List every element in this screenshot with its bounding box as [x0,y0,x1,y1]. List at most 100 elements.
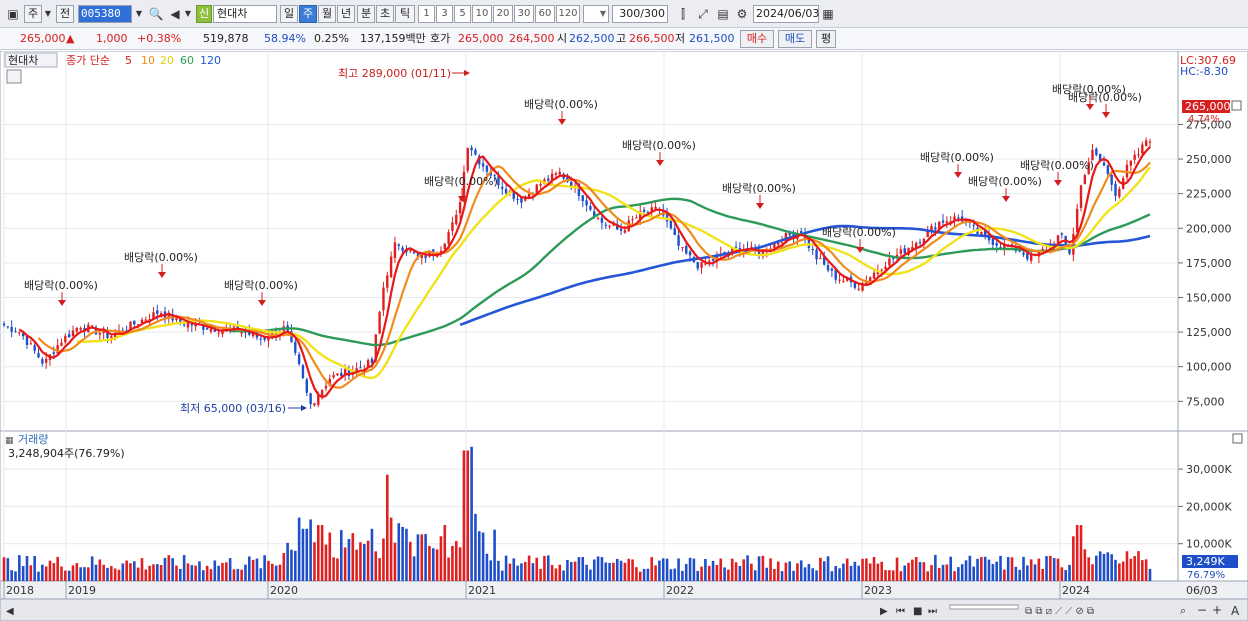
interval-day[interactable]: 일 [280,5,298,23]
volume-bar [807,564,811,581]
stop-icon[interactable]: ■ [913,606,922,617]
volume-bar [290,549,293,581]
candle-body [1075,208,1079,233]
scroll-left-icon[interactable]: ◀ [6,606,14,617]
candle-body [581,195,584,202]
panel-expand-icon[interactable] [1231,100,1242,111]
volume-bar [408,541,412,581]
minute-step-120[interactable]: 120 [556,5,580,23]
calculator-icon[interactable] [6,69,22,84]
dividend-label: 배당락(0.00%) [1020,159,1094,172]
volume-bar [569,562,573,581]
volume-bar [941,564,945,581]
code-dropdown-icon[interactable]: ▼ [132,5,146,23]
sell-button[interactable]: 매도 [778,30,812,48]
volume-bar [577,557,581,581]
open-label: 시 [557,32,568,45]
volume-bar [175,565,178,581]
minute-step-20[interactable]: 20 [493,5,513,23]
font-size-icon[interactable]: A [1231,604,1240,618]
prev-button[interactable]: 전 [56,5,74,23]
first-page-icon[interactable]: ⏮ [896,606,905,617]
gear-icon[interactable]: ⚙ [733,5,751,23]
volume-bar [845,558,849,581]
volume-bar [240,569,243,581]
scroll-right-icon[interactable]: ▶ [880,606,888,617]
speaker-icon[interactable]: ◀ [166,5,184,23]
volume-bar [562,570,565,581]
minute-step-1[interactable]: 1 [418,5,435,23]
stock-code-input[interactable]: 005380 [78,5,132,23]
minute-step-3[interactable]: 3 [436,5,453,23]
volume-bar [194,565,197,581]
stock-name-field[interactable]: 현대차 [213,5,277,23]
chart-area[interactable]: 배당락(0.00%) 배당락(0.00%) 배당락(0.00%) 배당락(0.00%)… [0,50,1248,621]
volume-bar [167,555,171,581]
volume-bar [286,542,289,581]
volume-bar [642,568,646,581]
volume-bar [347,538,351,581]
candle-icon[interactable]: ⫿ [674,5,692,23]
last-page-icon[interactable]: ⏭ [928,606,937,617]
volume-bar [152,564,155,581]
candle-body [52,352,56,354]
volume-bar [336,558,339,581]
chevron-down-icon[interactable]: ▼ [42,5,54,23]
save-icon[interactable]: ▤ [714,5,732,23]
eval-button[interactable]: 평 [816,30,836,48]
volume-bar [504,555,508,581]
volume-bar [263,555,266,581]
minute-step-30[interactable]: 30 [514,5,534,23]
volume-bar [512,558,516,581]
minute-step-5[interactable]: 5 [454,5,471,23]
count-field[interactable]: 300/300 [612,5,668,23]
date-field[interactable]: 2024/06/03 [753,5,819,23]
candle-body [1133,154,1136,160]
custom-step-select[interactable]: ▼ [583,5,609,23]
volume-bar [945,564,949,581]
period-select[interactable]: 주 [24,5,42,23]
volume-bar [2,557,6,581]
zoom-search-icon[interactable]: ⌕ [1180,604,1186,617]
minute-step-10[interactable]: 10 [472,5,492,23]
volume-bar [370,528,374,581]
candle-body [501,186,504,189]
candle-body [681,247,684,249]
interval-week[interactable]: 주 [299,5,317,23]
volume-bar [926,571,929,581]
zoom-slider[interactable] [949,604,1019,610]
candle-body [819,258,822,260]
interval-month[interactable]: 월 [318,5,336,23]
volume-bar [324,544,328,581]
tools-icon[interactable]: ⧉ ⧉ ⧄ ⟋ ⟋ ⊘ ⧉ [1025,606,1094,617]
interval-second[interactable]: 초 [376,5,394,23]
volume-bar [750,563,753,581]
zoom-in-icon[interactable]: + [1212,603,1222,617]
calendar-icon[interactable]: ▦ [819,5,837,23]
speaker-dropdown-icon[interactable]: ▼ [183,5,193,23]
volume-bar [90,556,94,581]
candle-body [6,326,10,328]
volume-bar [922,562,926,581]
volume-bar [485,553,489,581]
buy-button[interactable]: 매수 [740,30,774,48]
volume-panel-close-icon[interactable] [1232,433,1243,444]
search-icon[interactable]: 🔍 [147,5,165,23]
candle-body [688,251,692,256]
candle-body [340,372,343,377]
interval-tick[interactable]: 틱 [395,5,415,23]
volume-bar [1072,536,1075,581]
x-tick-label: 2020 [270,584,298,597]
x-tick-label: 2018 [6,584,34,597]
minute-step-60[interactable]: 60 [535,5,555,23]
zoom-out-icon[interactable]: − [1197,603,1207,617]
interval-minute[interactable]: 분 [357,5,375,23]
crosshair-icon[interactable]: ⤢ [694,5,712,23]
interval-year[interactable]: 년 [337,5,355,23]
candle-body [1144,140,1148,147]
candle-body [884,266,887,270]
candle-body [447,232,450,244]
stock-chart[interactable]: 배당락(0.00%) 배당락(0.00%) 배당락(0.00%) 배당락(0.00%)… [0,50,1248,621]
window-menu-icon[interactable]: ▣ [4,5,22,23]
volume-bar [1121,561,1125,581]
